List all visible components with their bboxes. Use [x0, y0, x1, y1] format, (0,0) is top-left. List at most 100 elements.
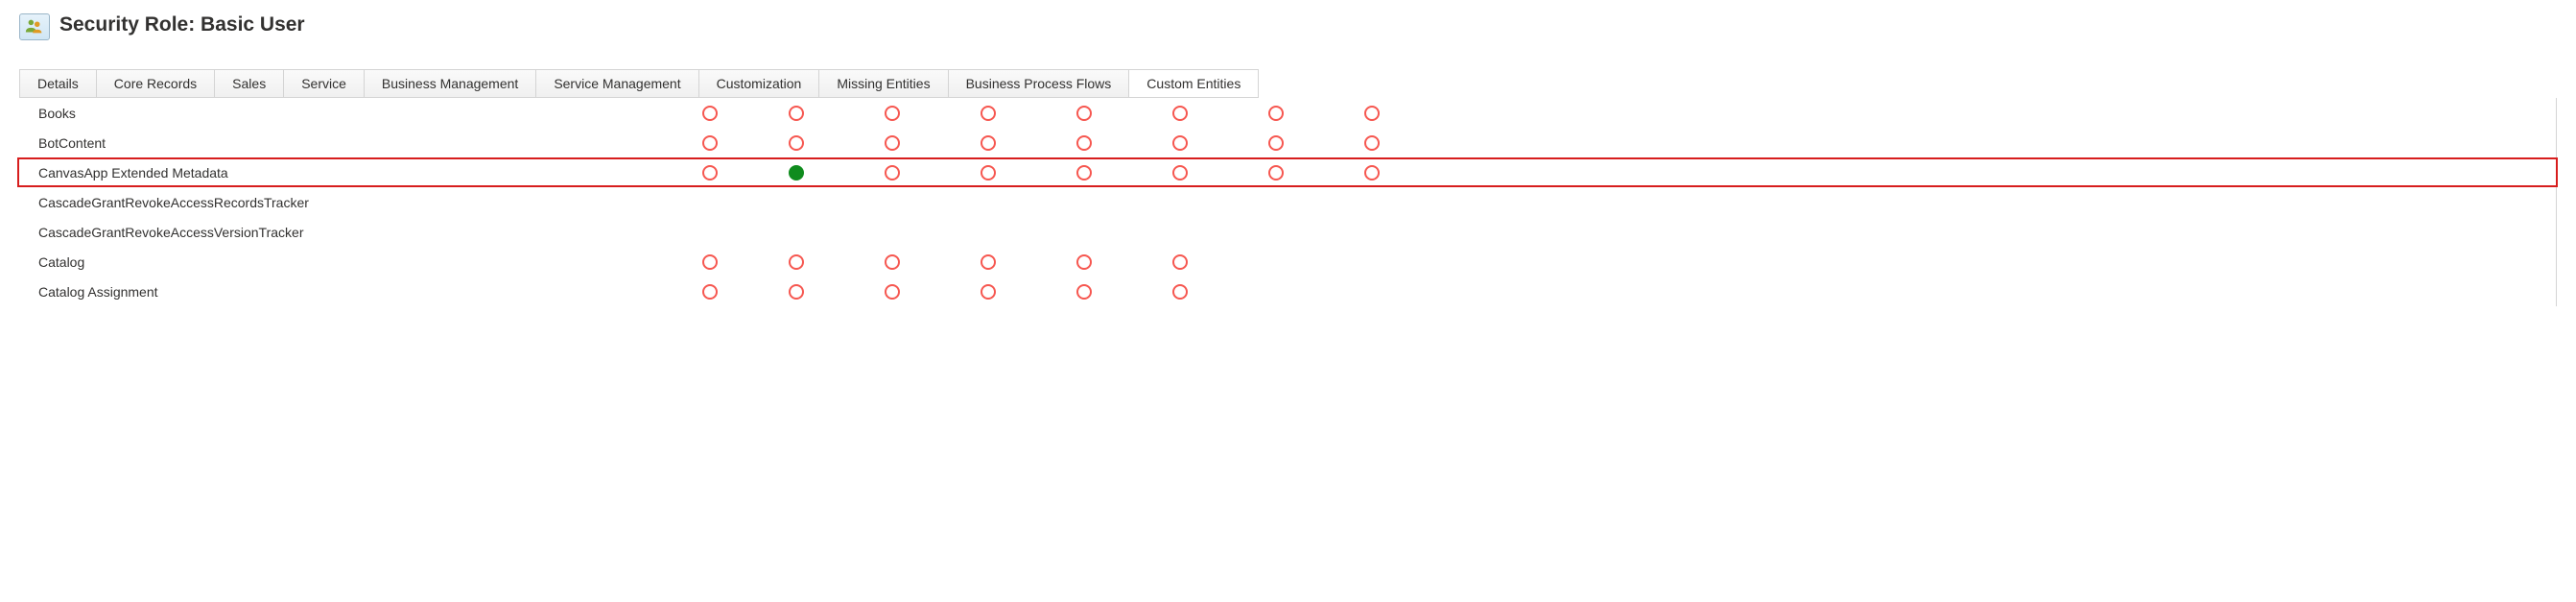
privilege-cell: [672, 106, 748, 121]
privilege-cell: [748, 165, 844, 181]
tab-customization[interactable]: Customization: [699, 70, 820, 97]
privilege-toggle[interactable]: [1268, 165, 1284, 181]
privilege-toggle[interactable]: [1076, 165, 1092, 181]
privilege-cell: [940, 106, 1036, 121]
privilege-grid: Books BotContent CanvasApp Extended Metada…: [19, 98, 2557, 306]
privilege-toggle[interactable]: [1172, 106, 1188, 121]
entity-row: CascadeGrantRevokeAccessVersionTracker: [19, 217, 2556, 247]
entity-label: Books: [19, 106, 672, 121]
privilege-toggle[interactable]: [885, 135, 900, 151]
tab-custom-entities[interactable]: Custom Entities: [1129, 70, 1259, 97]
entity-label: Catalog: [19, 254, 672, 270]
tab-business-process-flows[interactable]: Business Process Flows: [949, 70, 1130, 97]
privilege-toggle[interactable]: [885, 106, 900, 121]
privilege-toggle[interactable]: [981, 254, 996, 270]
privilege-toggle[interactable]: [1364, 106, 1380, 121]
tab-sales[interactable]: Sales: [215, 70, 284, 97]
privilege-toggle[interactable]: [1076, 284, 1092, 300]
privilege-cell: [1228, 106, 1324, 121]
privilege-toggle[interactable]: [981, 165, 996, 181]
privilege-toggle[interactable]: [702, 106, 718, 121]
privilege-toggle[interactable]: [1172, 165, 1188, 181]
privilege-toggle[interactable]: [789, 135, 804, 151]
privilege-toggle[interactable]: [981, 106, 996, 121]
entity-row: Catalog Assignment: [19, 277, 2556, 306]
privilege-cell: [844, 284, 940, 300]
entity-row: CanvasApp Extended Metadata: [17, 157, 2558, 187]
entity-row: BotContent: [19, 128, 2556, 157]
privilege-toggle[interactable]: [789, 254, 804, 270]
privilege-toggle[interactable]: [1172, 254, 1188, 270]
privilege-toggle[interactable]: [885, 165, 900, 181]
tab-business-management[interactable]: Business Management: [365, 70, 536, 97]
privilege-cell: [844, 135, 940, 151]
privilege-toggle[interactable]: [981, 135, 996, 151]
privilege-cell: [1228, 135, 1324, 151]
privilege-toggle[interactable]: [1172, 135, 1188, 151]
privilege-cell: [940, 284, 1036, 300]
privilege-cell: [1324, 106, 1420, 121]
privilege-cell: [940, 135, 1036, 151]
privilege-cell: [1132, 165, 1228, 181]
privilege-cell: [844, 254, 940, 270]
entity-row: CascadeGrantRevokeAccessRecordsTracker: [19, 187, 2556, 217]
privilege-cell: [940, 165, 1036, 181]
privilege-cell: [748, 284, 844, 300]
privilege-cell: [844, 106, 940, 121]
privilege-cell: [1036, 254, 1132, 270]
privilege-cell: [1036, 106, 1132, 121]
privilege-toggle[interactable]: [1268, 135, 1284, 151]
privilege-toggle[interactable]: [702, 165, 718, 181]
privilege-cell: [748, 135, 844, 151]
privilege-cell: [672, 254, 748, 270]
entity-label: CascadeGrantRevokeAccessVersionTracker: [19, 225, 672, 240]
entity-row: Books: [19, 98, 2556, 128]
privilege-cell: [1132, 106, 1228, 121]
tab-core-records[interactable]: Core Records: [97, 70, 215, 97]
privilege-toggle[interactable]: [789, 165, 804, 181]
page-header: Security Role: Basic User: [19, 10, 2557, 40]
privilege-toggle[interactable]: [1364, 135, 1380, 151]
privilege-cell: [748, 254, 844, 270]
tab-missing-entities[interactable]: Missing Entities: [819, 70, 948, 97]
privilege-cell: [1132, 135, 1228, 151]
privilege-cell: [672, 284, 748, 300]
privilege-toggle[interactable]: [702, 254, 718, 270]
privilege-toggle[interactable]: [702, 135, 718, 151]
privilege-cell: [748, 106, 844, 121]
page-title: Security Role: Basic User: [59, 13, 305, 36]
privilege-cell: [1036, 284, 1132, 300]
tab-service[interactable]: Service: [284, 70, 365, 97]
privilege-cell: [1324, 165, 1420, 181]
privilege-toggle[interactable]: [1364, 165, 1380, 181]
privilege-cell: [1228, 165, 1324, 181]
security-role-icon: [19, 13, 50, 40]
privilege-cell: [1036, 165, 1132, 181]
entity-label: BotContent: [19, 135, 672, 151]
privilege-toggle[interactable]: [789, 284, 804, 300]
privilege-toggle[interactable]: [1076, 135, 1092, 151]
tab-details[interactable]: Details: [20, 70, 97, 97]
privilege-cell: [1132, 284, 1228, 300]
privilege-cell: [844, 165, 940, 181]
privilege-toggle[interactable]: [789, 106, 804, 121]
privilege-cell: [1036, 135, 1132, 151]
privilege-cell: [1324, 135, 1420, 151]
privilege-cell: [1132, 254, 1228, 270]
privilege-toggle[interactable]: [1172, 284, 1188, 300]
privilege-toggle[interactable]: [981, 284, 996, 300]
entity-row: Catalog: [19, 247, 2556, 277]
entity-label: CascadeGrantRevokeAccessRecordsTracker: [19, 195, 672, 210]
privilege-toggle[interactable]: [1076, 106, 1092, 121]
entity-label: Catalog Assignment: [19, 284, 672, 300]
privilege-cell: [672, 165, 748, 181]
privilege-toggle[interactable]: [885, 284, 900, 300]
privilege-toggle[interactable]: [885, 254, 900, 270]
privilege-cell: [672, 135, 748, 151]
privilege-toggle[interactable]: [1268, 106, 1284, 121]
entity-label: CanvasApp Extended Metadata: [19, 165, 672, 181]
tab-service-management[interactable]: Service Management: [536, 70, 698, 97]
privilege-toggle[interactable]: [702, 284, 718, 300]
tabs: Details Core Records Sales Service Busin…: [19, 69, 1259, 98]
privilege-toggle[interactable]: [1076, 254, 1092, 270]
